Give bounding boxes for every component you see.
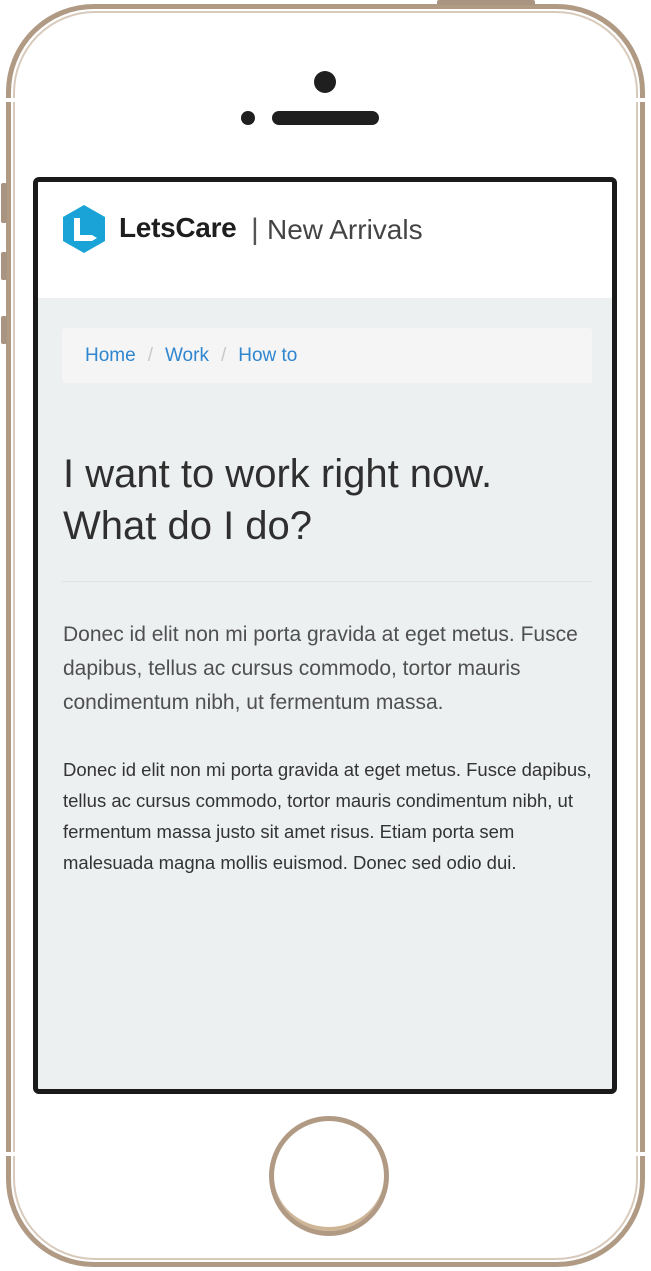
phone-frame: LetsCare | New Arrivals Home / Work / Ho…: [0, 0, 651, 1271]
earpiece-speaker: [272, 111, 379, 125]
site-header: LetsCare | New Arrivals: [38, 182, 612, 298]
page-title-line1: I want to work right now.: [63, 452, 493, 496]
breadcrumb: Home / Work / How to: [62, 328, 592, 383]
breadcrumb-work[interactable]: Work: [165, 345, 209, 367]
front-camera: [314, 71, 336, 93]
home-button-ring: [274, 1121, 384, 1231]
antenna-band-right-top: [633, 98, 647, 102]
screen: LetsCare | New Arrivals Home / Work / Ho…: [33, 177, 617, 1094]
mute-switch: [1, 183, 7, 223]
page-title: I want to work right now. What do I do?: [63, 448, 593, 552]
volume-down-button: [1, 316, 7, 344]
power-button: [437, 0, 535, 5]
volume-up-button: [1, 252, 7, 280]
breadcrumb-how-to[interactable]: How to: [238, 345, 297, 367]
header-separator: |: [251, 213, 259, 246]
header-subtitle: New Arrivals: [267, 214, 423, 245]
antenna-band-left-top: [4, 98, 18, 102]
breadcrumb-separator: /: [220, 344, 227, 366]
body-paragraph: Donec id elit non mi porta gravida at eg…: [63, 759, 592, 873]
breadcrumb-home[interactable]: Home: [85, 345, 136, 367]
antenna-band-right-bottom: [633, 1152, 647, 1156]
antenna-band-left-bottom: [4, 1152, 18, 1156]
brand-name[interactable]: LetsCare: [119, 212, 237, 244]
page-title-line2: What do I do?: [63, 504, 313, 548]
letscare-logo-icon[interactable]: [61, 204, 107, 254]
breadcrumb-separator: /: [147, 344, 153, 366]
title-divider: [62, 581, 592, 582]
proximity-sensor: [241, 111, 255, 125]
home-button[interactable]: [269, 1116, 389, 1236]
lead-paragraph: Donec id elit non mi porta gravida at eg…: [63, 623, 578, 714]
